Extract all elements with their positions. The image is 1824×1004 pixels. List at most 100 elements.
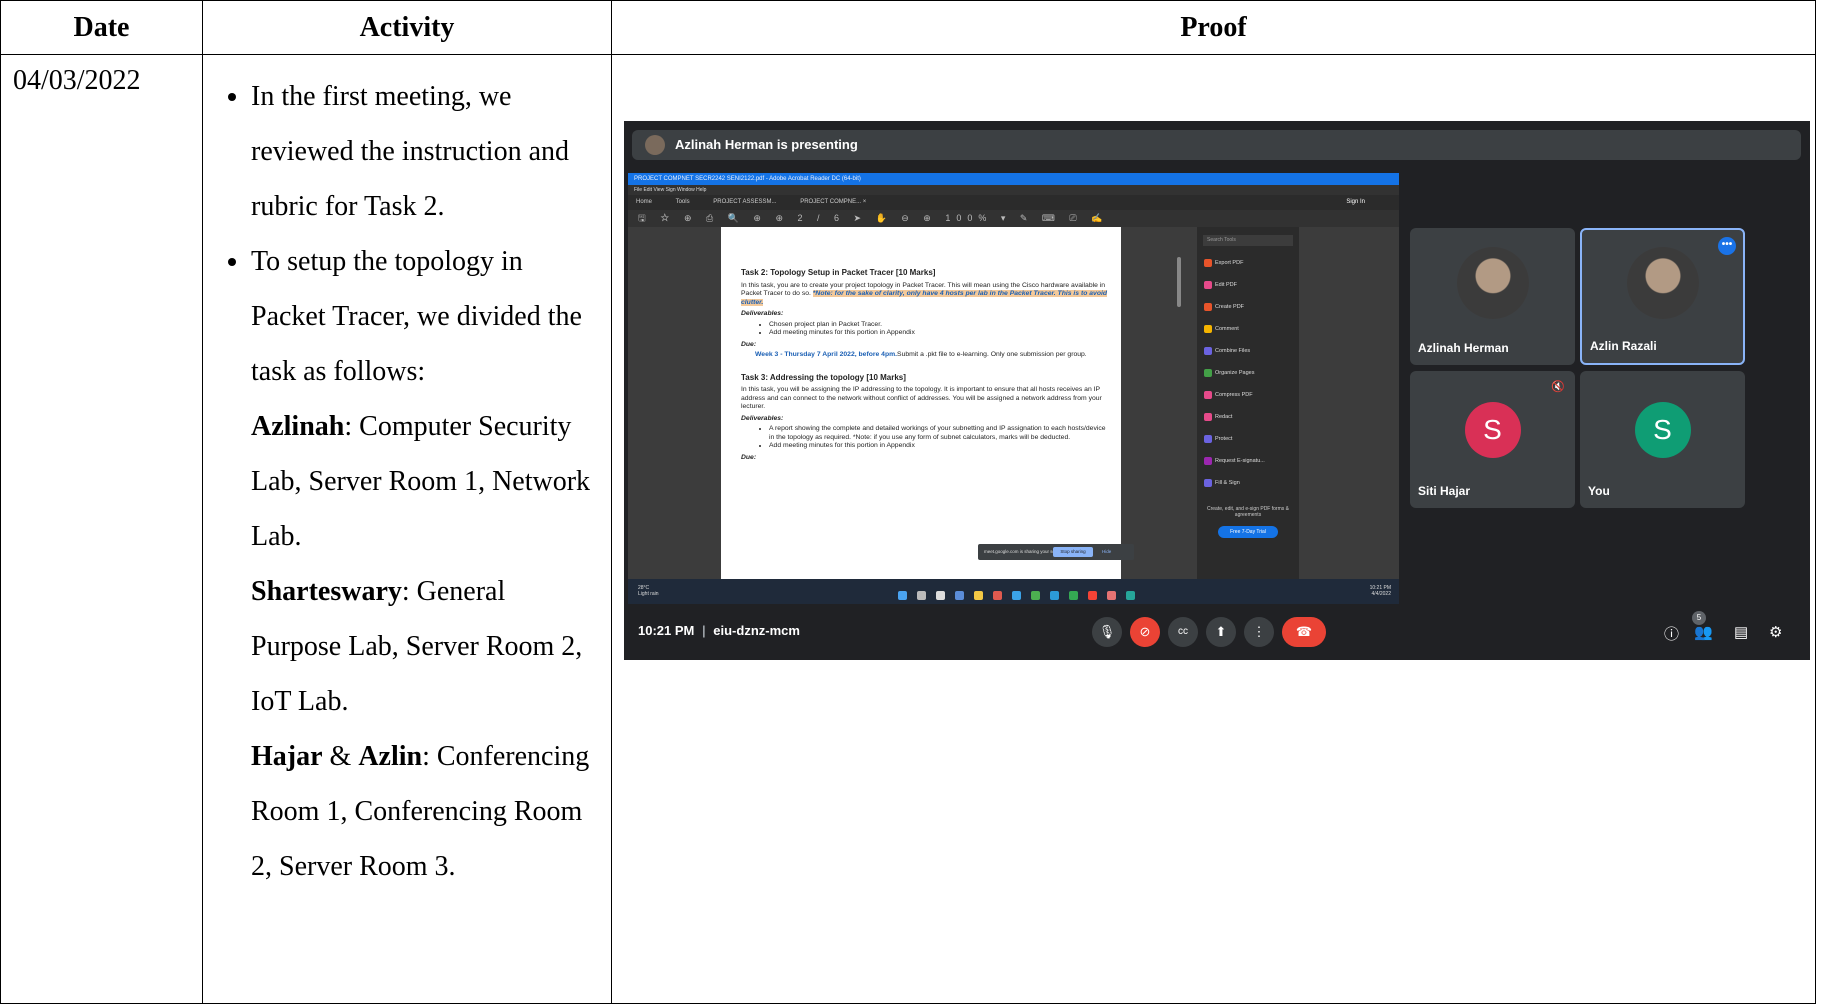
list-item: In the first meeting, we reviewed the in… [251,69,601,234]
weather-widget[interactable]: 28°C Light rain [638,585,659,597]
hide-button[interactable]: Hide [1102,544,1111,560]
tab-tools[interactable]: Tools [676,199,690,205]
chat-icon[interactable]: ▤ [1734,623,1748,641]
list-item: Chosen project plan in Packet Tracer. [769,321,1111,330]
task2-due-date: Week 3 - Thursday 7 April 2022, before 4… [755,351,898,358]
more-options-icon[interactable]: ••• [1718,237,1736,255]
acrobat-tool-item[interactable]: Organize Pages [1197,362,1299,384]
participant-tile-you[interactable]: S You [1580,371,1745,508]
more-icon[interactable]: ⋮ [1244,617,1274,647]
participant-name: Azlinah Herman [1418,341,1509,355]
task-view-icon [936,591,945,600]
mic-muted-icon: 🔇 [1551,381,1565,393]
scrollbar[interactable] [1177,257,1181,307]
captions-icon[interactable]: cc [1168,617,1198,647]
presenting-bar: Azlinah Herman is presenting [632,130,1801,160]
activity-cell: In the first meeting, we reviewed the in… [202,54,612,1004]
meeting-code: eiu-dznz-mcm [713,623,800,638]
participant-count: 5 [1692,611,1706,625]
acrobat-tool-item[interactable]: Combine Files [1197,340,1299,362]
app-icon [993,591,1002,600]
meeting-time: 10:21 PM | eiu-dznz-mcm [638,623,800,638]
member-name: Hajar [251,741,323,772]
header-row: Date Activity Proof [0,0,1816,55]
folder-icon [974,591,983,600]
acrobat-icon [1088,591,1097,600]
list-item: A report showing the complete and detail… [769,425,1111,442]
participant-photo [1626,246,1699,319]
proof-cell: Azlinah Herman is presenting PROJECT COM… [611,54,1816,1004]
acrobat-tool-item[interactable]: Comment [1197,318,1299,340]
acrobat-tool-item[interactable]: Edit PDF [1197,274,1299,296]
taskbar-apps[interactable] [898,587,1145,605]
tools-search-input[interactable]: Search Tools [1203,235,1293,246]
date-header: Date [0,0,203,55]
proof-header: Proof [611,0,1816,55]
app-icon [1107,591,1116,600]
member-name: Azlin [358,741,423,772]
activity-header: Activity [202,0,612,55]
free-trial-button[interactable]: Free 7-Day Trial [1218,526,1278,538]
tab-home[interactable]: Home [636,199,652,205]
list-item: To setup the topology in Packet Tracer, … [251,234,601,399]
activities-icon[interactable]: ⚙ [1769,623,1782,641]
participant-name: Azlin Razali [1590,339,1657,353]
meet-screenshot: Azlinah Herman is presenting PROJECT COM… [624,121,1810,660]
task3-title: Task 3: Addressing the topology [10 Mark… [741,372,906,382]
people-icon[interactable]: 5 👥 [1692,611,1713,641]
app-icon [1012,591,1021,600]
acrobat-tools-panel: Search Tools Export PDF Edit PDF Create PD… [1197,227,1299,579]
deliverables-label: Deliverables: [741,414,784,422]
task2-title: Task 2: Topology Setup in Packet Tracer … [741,268,936,277]
acrobat-tool-item[interactable]: Export PDF [1197,252,1299,274]
participant-name: You [1588,484,1610,498]
participant-tile-siti-hajar[interactable]: S 🔇 Siti Hajar [1410,371,1575,508]
tab-project-compnet[interactable]: PROJECT COMPNE... × [800,199,866,205]
stop-sharing-button[interactable]: Stop sharing [1053,547,1093,557]
deliverables-label: Deliverables: [741,310,784,317]
activity-log-table: Date Activity Proof 04/03/2022 In the fi… [0,0,1816,1004]
app-icon [955,591,964,600]
camera-off-icon[interactable]: ⊘ [1130,617,1160,647]
system-clock: 10:21 PM 4/4/2022 [1370,585,1391,597]
windows-taskbar: 28°C Light rain 10:21 PM 4/4/2022 [628,579,1399,604]
list-item: Add meeting minutes for this portion in … [769,442,1111,451]
acrobat-tabs: Home Tools PROJECT ASSESSM... PROJECT CO… [628,195,1399,210]
assignment-azlinah: Azlinah: Computer Security Lab, Server R… [215,399,601,564]
microphone-icon[interactable]: 🎙 [1092,617,1122,647]
task3-body: In this task, you will be assigning the … [741,386,1102,410]
acrobat-tool-item[interactable]: Redact [1197,406,1299,428]
participant-tile-azlin[interactable]: ••• Azlin Razali [1580,228,1745,365]
participant-photo [1456,246,1529,319]
participant-name: Siti Hajar [1418,484,1471,498]
acrobat-tool-item[interactable]: Fill & Sign [1197,472,1299,494]
present-icon[interactable]: ⬆ [1206,617,1236,647]
acrobat-menu-bar: File Edit View Sign Window Help [628,185,1399,195]
tab-project-assessment[interactable]: PROJECT ASSESSM... [713,199,776,205]
ampersand: & [322,741,359,772]
presenting-label: Azlinah Herman is presenting [675,137,858,152]
assignment-sharteswary: Sharteswary: General Purpose Lab, Server… [215,564,601,729]
task2-due-rest: Submit a .pkt file to e-learning. Only o… [897,351,1087,358]
acrobat-toolbar[interactable]: 🖫 ☆ ⊕ ⎙ 🔍 ⊕ ⊕ 2 / 6 ➤ ✋ ⊖ ⊕ 100% ▾ ✎ ⌨ ⎚… [628,210,1399,227]
shared-screen: PROJECT COMPNET SECR2242 SENI2122.pdf - … [628,173,1399,604]
sign-in-link[interactable]: Sign In [1346,195,1365,210]
member-name: Sharteswary [251,576,402,607]
presenter-avatar [645,135,665,155]
end-call-icon[interactable]: ☎ [1282,617,1326,647]
acrobat-tool-item[interactable]: Compress PDF [1197,384,1299,406]
acrobat-tool-item[interactable]: Request E-signatu... [1197,450,1299,472]
start-icon [898,591,907,600]
promo-text: Create, edit, and e-sign PDF forms & agr… [1207,506,1289,518]
acrobat-tool-item[interactable]: Protect [1197,428,1299,450]
table-row: 04/03/2022 In the first meeting, we revi… [0,54,1816,1004]
clock-date: 4/4/2022 [1371,591,1391,597]
participant-initial: S [1634,401,1691,458]
acrobat-tool-item[interactable]: Create PDF [1197,296,1299,318]
chrome-icon [1069,591,1078,600]
app-icon [1126,591,1135,600]
info-icon[interactable]: ⓘ [1664,623,1679,644]
participant-tile-azlinah[interactable]: Azlinah Herman [1410,228,1575,365]
app-icon [1031,591,1040,600]
search-icon [917,591,926,600]
